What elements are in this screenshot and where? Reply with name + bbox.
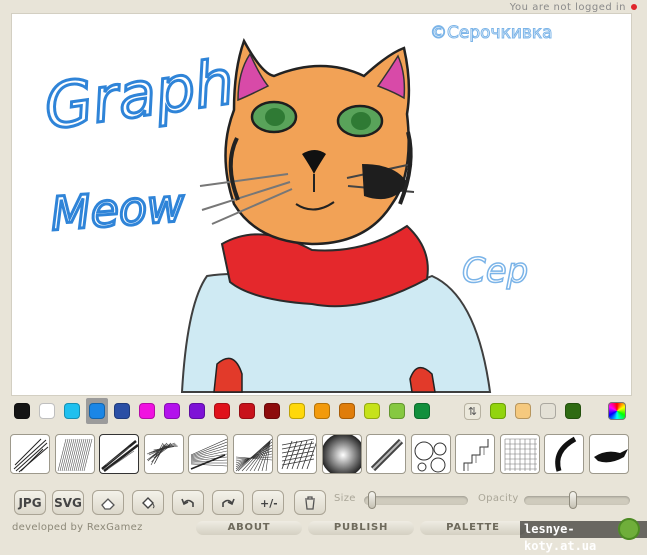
brush-sketchy[interactable] [10,434,50,474]
drawing-canvas[interactable]: Graph Meow ©Серочкивка Сер [12,14,631,395]
login-status-text: You are not logged in [509,1,626,13]
eraser-icon [101,497,115,510]
paint-bucket-icon [142,496,155,509]
grid-brush-icon [414,441,446,473]
brush-selector [10,434,635,478]
color-swatch[interactable] [515,403,531,419]
plus-minus-button[interactable]: +/- [252,490,284,515]
redo-icon [222,498,235,507]
color-palette: ⇅ [12,398,631,424]
status-dot-icon [631,4,637,10]
color-swatch[interactable] [89,403,105,419]
opacity-slider-handle[interactable] [568,491,577,509]
color-swatch[interactable] [14,403,30,419]
brush-chrome[interactable] [99,434,139,474]
fill-button[interactable] [132,490,164,515]
color-swatch[interactable] [164,403,180,419]
developer-credit: developed by RexGamez [12,522,143,533]
brush-simple[interactable] [499,434,540,474]
color-swatch[interactable] [214,403,230,419]
ink-brush-icon [593,449,628,463]
canvas-text-meow: Meow [49,178,187,241]
color-swatch[interactable] [39,403,55,419]
color-swatch[interactable] [239,403,255,419]
color-swatch[interactable] [189,403,205,419]
size-slider-handle[interactable] [368,491,377,509]
canvas-text-scribble: Сер [462,251,528,291]
color-swatch[interactable] [114,403,130,419]
brush-shaded[interactable] [54,434,95,474]
color-swatch[interactable] [565,403,581,419]
redo-button[interactable] [212,490,244,515]
simple-brush-icon [504,438,537,471]
thin-brush-icon [555,436,577,472]
canvas-text-signature: ©Серочкивка [430,23,553,43]
palette-button[interactable]: PALETTE [420,521,526,535]
color-picker-icon[interactable] [608,402,626,420]
brush-web[interactable] [232,434,273,474]
squares-brush-icon [281,438,316,470]
swap-colors-icon[interactable]: ⇅ [464,403,481,420]
undo-icon [181,498,194,507]
size-slider[interactable] [364,491,468,509]
color-swatch[interactable] [389,403,405,419]
brush-ink[interactable] [588,434,629,474]
color-swatch[interactable] [364,403,380,419]
longfur-brush-icon [190,438,227,470]
canvas-text-graph: Graph [40,45,238,144]
brush-longfur[interactable] [188,434,228,474]
brush-squares[interactable] [277,434,317,474]
web-brush-icon [235,438,272,472]
export-svg-button[interactable]: SVG [52,490,84,515]
publish-button[interactable]: PUBLISH [308,521,414,535]
svg-label: SVG [54,495,82,510]
brush-thin[interactable] [544,434,584,474]
brush-circles[interactable] [366,434,406,474]
opacity-label: Opacity [478,493,519,504]
brush-fur[interactable] [143,434,184,474]
color-swatch[interactable] [64,403,80,419]
export-jpg-button[interactable]: JPG [14,490,46,515]
color-swatch[interactable] [264,403,280,419]
fur-brush-icon [146,442,178,466]
color-swatch[interactable] [414,403,430,419]
color-swatch[interactable] [490,403,506,419]
curvy-brush-icon [463,439,489,471]
login-status: You are not logged in [510,0,637,14]
color-swatch[interactable] [139,403,155,419]
svg-text:+/-: +/- [260,497,277,510]
about-button[interactable]: ABOUT [196,521,302,535]
corner-badge-icon [618,518,640,540]
color-swatch[interactable] [339,403,355,419]
brush-grid[interactable] [410,434,451,474]
plus-minus-icon: +/- [260,497,277,510]
opacity-slider[interactable] [524,491,630,509]
sketchy-brush-icon [13,438,49,473]
jpg-label: JPG [18,495,42,510]
undo-button[interactable] [172,490,204,515]
size-label: Size [334,493,356,504]
color-swatch[interactable] [540,403,556,419]
trash-icon [305,495,315,510]
chrome-brush-icon [101,440,138,472]
color-swatch[interactable] [314,403,330,419]
shaded-brush-icon [57,438,92,472]
brush-ribbon[interactable] [321,434,362,474]
eraser-button[interactable] [92,490,124,515]
color-swatch[interactable] [289,403,305,419]
ribbon-brush-icon [322,435,361,473]
circles-brush-icon [370,438,404,472]
clear-canvas-button[interactable] [294,490,326,515]
brush-curvy[interactable] [455,434,495,474]
